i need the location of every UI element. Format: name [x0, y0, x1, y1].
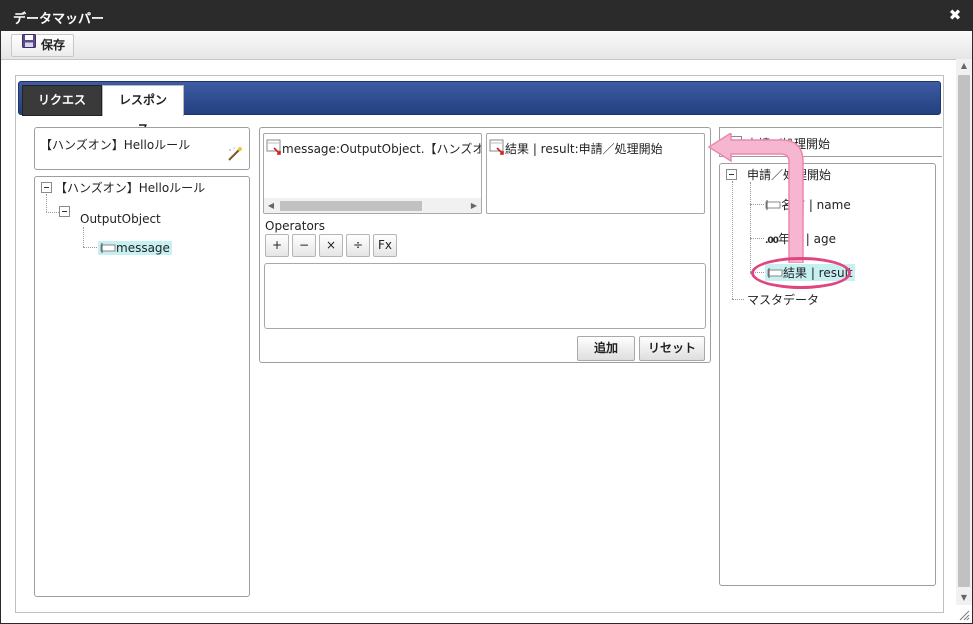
operator-multiply-button[interactable]: ×: [319, 234, 343, 257]
right-tree-master-data[interactable]: マスタデータ: [747, 291, 819, 308]
tree-connector: [83, 227, 84, 247]
operator-plus-button[interactable]: +: [265, 234, 289, 257]
scroll-right-icon[interactable]: ▶: [467, 198, 481, 213]
source-field-box[interactable]: message:OutputObject.【ハンズオン】Helloルール ◀ ▶: [263, 133, 482, 214]
tree-connector: [46, 194, 47, 212]
left-tree-output-object[interactable]: OutputObject: [80, 212, 161, 226]
target-path-text: 結果 | result:申請／処理開始: [505, 142, 663, 156]
callout-arrow-icon: [707, 133, 804, 263]
save-button-label: 保存: [41, 38, 66, 52]
horizontal-scrollbar[interactable]: ◀ ▶: [264, 198, 481, 213]
window-title: データマッパー: [13, 12, 105, 27]
scroll-left-icon[interactable]: ◀: [264, 198, 278, 213]
left-rule-title-panel: 【ハンズオン】Helloルール: [34, 127, 250, 170]
tab-bar: リクエスト レスポンス: [18, 81, 941, 136]
title-bar: データマッパー ✖: [1, 1, 972, 31]
scrollbar-thumb[interactable]: [958, 75, 970, 587]
collapse-icon[interactable]: [59, 206, 70, 217]
string-field-icon: [100, 243, 116, 253]
floppy-disk-icon: [22, 34, 36, 55]
scroll-up-icon[interactable]: ▲: [956, 59, 972, 73]
tree-connector: [732, 299, 744, 300]
magic-wand-icon[interactable]: [226, 146, 244, 165]
close-icon[interactable]: ✖: [946, 6, 964, 24]
left-tree-panel: 【ハンズオン】Helloルール OutputObject message: [34, 176, 250, 597]
operators-label: Operators: [265, 219, 325, 233]
tab-response[interactable]: レスポンス: [102, 85, 184, 136]
mapping-node-icon: [266, 139, 281, 155]
expression-textarea[interactable]: [264, 263, 706, 329]
tab-request[interactable]: リクエスト: [22, 85, 102, 136]
tree-connector: [46, 212, 59, 213]
operator-divide-button[interactable]: ÷: [346, 234, 370, 257]
vertical-scrollbar[interactable]: ▲ ▼: [956, 59, 972, 605]
left-tree-root[interactable]: 【ハンズオン】Helloルール: [55, 179, 205, 196]
source-path-text: message:OutputObject.【ハンズオン】Helloルール: [282, 142, 481, 156]
resize-grip-icon[interactable]: [958, 609, 970, 621]
reset-button[interactable]: リセット: [639, 336, 705, 361]
scroll-down-icon[interactable]: ▼: [956, 591, 972, 605]
save-button[interactable]: 保存: [11, 34, 75, 57]
data-mapper-window: データマッパー ✖ 保存 ▲ ▼ リクエスト レスポンス 【ハン: [0, 0, 973, 624]
scrollbar-thumb[interactable]: [280, 201, 422, 211]
operator-minus-button[interactable]: −: [292, 234, 316, 257]
left-rule-title: 【ハンズオン】Helloルール: [40, 138, 191, 152]
tree-connector: [83, 247, 97, 248]
add-button[interactable]: 追加: [577, 336, 635, 361]
target-field-box[interactable]: 結果 | result:申請／処理開始: [486, 133, 705, 214]
toolbar: 保存: [1, 31, 972, 60]
collapse-icon[interactable]: [41, 182, 52, 193]
left-tree-message-label: message: [116, 241, 170, 255]
operator-function-button[interactable]: Fx: [373, 234, 397, 257]
mapping-node-icon: [489, 139, 504, 155]
callout-ring: [751, 257, 851, 289]
left-tree-message[interactable]: message: [98, 241, 172, 255]
